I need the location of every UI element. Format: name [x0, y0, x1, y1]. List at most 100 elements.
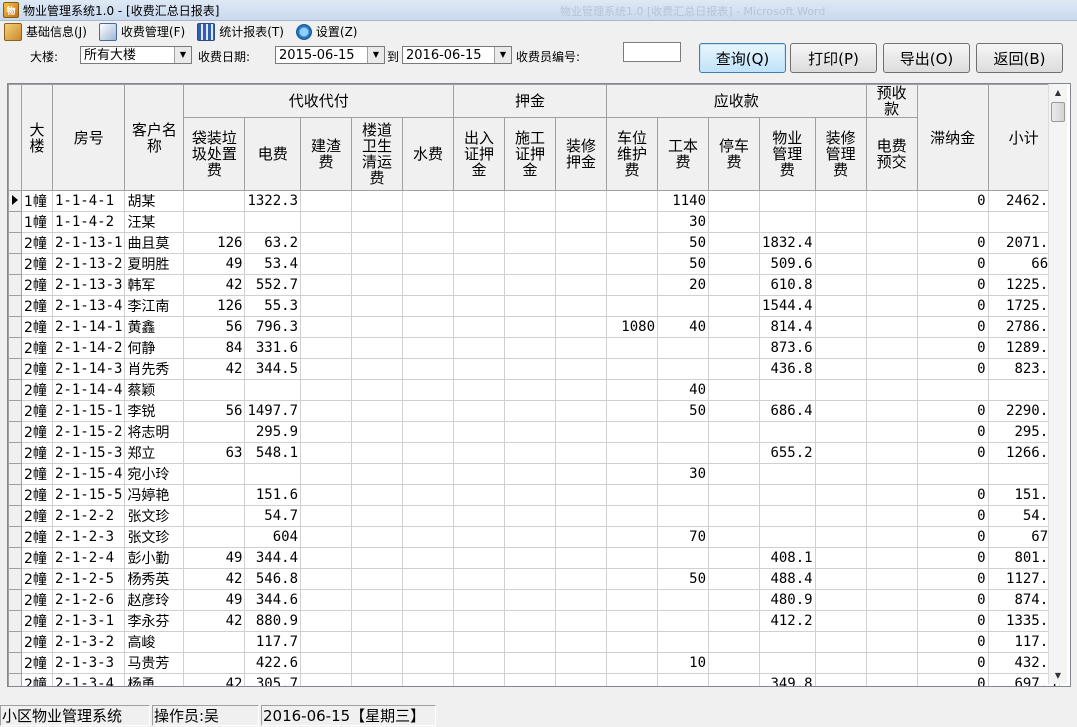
table-cell[interactable]: 2-1-14-3	[51, 358, 126, 380]
table-cell[interactable]	[402, 442, 455, 464]
table-cell[interactable]	[183, 484, 246, 506]
table-cell[interactable]	[759, 505, 816, 527]
table-cell[interactable]	[555, 190, 608, 212]
table-cell[interactable]: 2-1-2-3	[51, 526, 126, 548]
table-cell[interactable]: 344.6	[244, 589, 302, 611]
table-cell[interactable]: 0	[916, 652, 989, 674]
table-cell[interactable]	[453, 253, 506, 275]
date-from-picker[interactable]: 2015-06-15 ▼	[275, 46, 385, 64]
table-cell[interactable]: 郑立	[124, 442, 185, 464]
table-cell[interactable]	[814, 379, 867, 401]
table-cell[interactable]: 548.1	[244, 442, 302, 464]
table-cell[interactable]	[708, 463, 761, 485]
table-cell[interactable]	[759, 463, 816, 485]
table-cell[interactable]	[300, 358, 353, 380]
col-parking-maintenance[interactable]: 车位维护费	[606, 117, 659, 191]
table-cell[interactable]	[814, 295, 867, 317]
table-cell[interactable]	[402, 547, 455, 569]
table-cell[interactable]: 10	[657, 652, 710, 674]
table-cell[interactable]: 何静	[124, 337, 185, 359]
table-cell[interactable]: 0	[916, 484, 989, 506]
vertical-scrollbar[interactable]: ▲ ▼	[1048, 84, 1067, 684]
table-cell[interactable]	[351, 463, 404, 485]
table-cell[interactable]: 63	[183, 442, 246, 464]
table-cell[interactable]: 2幢	[21, 400, 53, 422]
table-cell[interactable]	[708, 358, 761, 380]
table-cell[interactable]	[555, 568, 608, 590]
table-cell[interactable]	[300, 505, 353, 527]
table-cell[interactable]	[865, 547, 918, 569]
table-cell[interactable]	[657, 358, 710, 380]
table-row[interactable]: 2幢 2-1-2-5 杨秀英 42 546.8 50 488.4 0 1127.2	[8, 568, 1060, 590]
table-cell[interactable]	[300, 274, 353, 296]
table-cell[interactable]: 将志明	[124, 421, 185, 443]
row-selector[interactable]	[8, 547, 22, 569]
table-cell[interactable]	[351, 631, 404, 653]
table-cell[interactable]	[351, 505, 404, 527]
table-cell[interactable]	[402, 610, 455, 632]
table-row[interactable]: 2幢 2-1-14-3 肖先秀 42 344.5 436.8 0 823.3	[8, 358, 1060, 380]
table-cell[interactable]: 50	[657, 253, 710, 275]
table-cell[interactable]: 0	[916, 589, 989, 611]
table-cell[interactable]	[244, 211, 302, 233]
table-cell[interactable]	[453, 190, 506, 212]
table-cell[interactable]	[351, 673, 404, 686]
table-cell[interactable]	[351, 232, 404, 254]
table-cell[interactable]	[865, 211, 918, 233]
table-cell[interactable]: 1322.3	[244, 190, 302, 212]
table-cell[interactable]	[606, 610, 659, 632]
table-cell[interactable]: 2幢	[21, 442, 53, 464]
table-cell[interactable]	[555, 505, 608, 527]
table-row[interactable]: 2幢 2-1-3-1 李永芬 42 880.9 412.2 0 1335.1	[8, 610, 1060, 632]
table-cell[interactable]	[453, 295, 506, 317]
table-cell[interactable]: 0	[916, 505, 989, 527]
table-cell[interactable]: 2-1-13-3	[51, 274, 126, 296]
table-cell[interactable]	[606, 337, 659, 359]
table-cell[interactable]	[657, 442, 710, 464]
table-row[interactable]: 2幢 2-1-3-2 高峻 117.7 0 117.7	[8, 631, 1060, 653]
table-row[interactable]: 2幢 2-1-2-2 张文珍 54.7 0 54.7	[8, 505, 1060, 527]
table-cell[interactable]	[555, 295, 608, 317]
table-cell[interactable]: 2幢	[21, 421, 53, 443]
table-cell[interactable]	[453, 631, 506, 653]
table-row[interactable]: 2幢 2-1-2-4 彭小勤 49 344.4 408.1 0 801.5	[8, 547, 1060, 569]
table-cell[interactable]: 344.4	[244, 547, 302, 569]
table-row[interactable]: 2幢 2-1-14-1 黄鑫 56 796.3 1080 40 814.4 0 2786.7	[8, 316, 1060, 338]
row-selector[interactable]	[8, 337, 22, 359]
table-cell[interactable]	[814, 253, 867, 275]
table-cell[interactable]	[759, 379, 816, 401]
table-cell[interactable]	[606, 211, 659, 233]
table-cell[interactable]	[351, 274, 404, 296]
row-selector[interactable]	[8, 526, 22, 548]
table-cell[interactable]	[504, 589, 557, 611]
table-cell[interactable]	[504, 379, 557, 401]
table-cell[interactable]: 0	[916, 610, 989, 632]
table-cell[interactable]: 42	[183, 358, 246, 380]
table-cell[interactable]	[865, 484, 918, 506]
table-cell[interactable]	[351, 547, 404, 569]
table-cell[interactable]: 50	[657, 400, 710, 422]
table-cell[interactable]	[606, 190, 659, 212]
table-row[interactable]: 1幢 1-1-4-1 胡某 1322.3 1140 0 2462.3	[8, 190, 1060, 212]
table-cell[interactable]	[708, 652, 761, 674]
table-cell[interactable]	[300, 547, 353, 569]
table-cell[interactable]	[300, 421, 353, 443]
table-cell[interactable]	[300, 211, 353, 233]
table-cell[interactable]	[555, 547, 608, 569]
table-cell[interactable]	[657, 421, 710, 443]
table-cell[interactable]	[708, 232, 761, 254]
table-cell[interactable]	[244, 379, 302, 401]
table-cell[interactable]: 0	[916, 526, 989, 548]
table-cell[interactable]: 55.3	[244, 295, 302, 317]
table-cell[interactable]	[453, 547, 506, 569]
table-cell[interactable]	[504, 526, 557, 548]
table-row[interactable]: 2幢 2-1-15-3 郑立 63 548.1 655.2 0 1266.3	[8, 442, 1060, 464]
table-cell[interactable]	[402, 400, 455, 422]
table-cell[interactable]	[402, 568, 455, 590]
table-row[interactable]: 2幢 2-1-15-2 将志明 295.9 0 295.9	[8, 421, 1060, 443]
table-cell[interactable]	[814, 358, 867, 380]
building-select[interactable]: 所有大楼 ▼	[80, 46, 192, 64]
table-cell[interactable]: 422.6	[244, 652, 302, 674]
table-cell[interactable]	[453, 652, 506, 674]
table-cell[interactable]: 杨秀英	[124, 568, 185, 590]
